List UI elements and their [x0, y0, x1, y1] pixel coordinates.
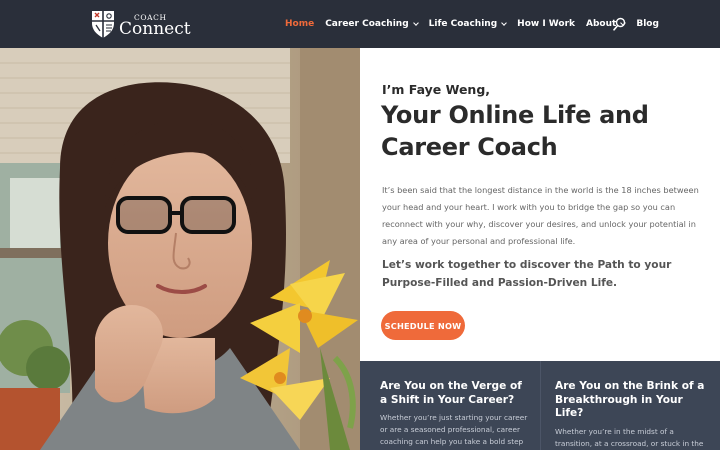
nav-item-label: How I Work: [517, 19, 576, 29]
coach-portrait-photo: [0, 48, 360, 450]
nav-item-how-i-work[interactable]: How I Work: [517, 19, 575, 29]
logo-text-big: Connect: [119, 19, 191, 39]
chevron-down-icon: [501, 19, 507, 26]
page-title: Your Online Life and Career Coach: [381, 101, 649, 161]
life-breakthrough-card[interactable]: Are You on the Brink of a Breakthrough i…: [555, 380, 705, 450]
nav-item-life-coaching[interactable]: Life Coaching: [429, 19, 507, 29]
nav-item-home[interactable]: Home: [285, 19, 314, 29]
search-icon[interactable]: [613, 17, 626, 31]
hero-intro: I’m Faye Weng,: [382, 82, 491, 97]
site-header: COACH Connect Home Career Coaching Life …: [0, 0, 720, 48]
schedule-now-button[interactable]: SCHEDULE NOW: [381, 311, 465, 340]
card-divider: [540, 361, 541, 450]
nav-item-label: Home: [285, 19, 315, 29]
logo[interactable]: COACH Connect: [90, 9, 191, 39]
nav-item-label: Career Coaching: [325, 19, 409, 29]
hero-cta-text: Let’s work together to discover the Path…: [382, 259, 672, 289]
career-shift-card[interactable]: Are You on the Verge of a Shift in Your …: [380, 380, 530, 448]
hero-body-text: It’s been said that the longest distance…: [382, 185, 699, 246]
card-title: Are You on the Brink of a Breakthrough i…: [555, 380, 705, 419]
nav-item-label: About: [586, 19, 617, 29]
nav-item-blog[interactable]: Blog: [636, 19, 659, 29]
card-text: Whether you’re just starting your career…: [380, 413, 528, 446]
nav-item-label: Blog: [636, 19, 659, 29]
chevron-down-icon: [412, 19, 419, 26]
nav-item-label: Life Coaching: [428, 19, 498, 29]
card-title: Are You on the Verge of a Shift in Your …: [380, 380, 522, 406]
shield-logo-icon: [92, 11, 114, 38]
card-text: Whether you’re in the midst of a transit…: [555, 426, 704, 448]
nav-item-career-coaching[interactable]: Career Coaching: [325, 19, 419, 29]
